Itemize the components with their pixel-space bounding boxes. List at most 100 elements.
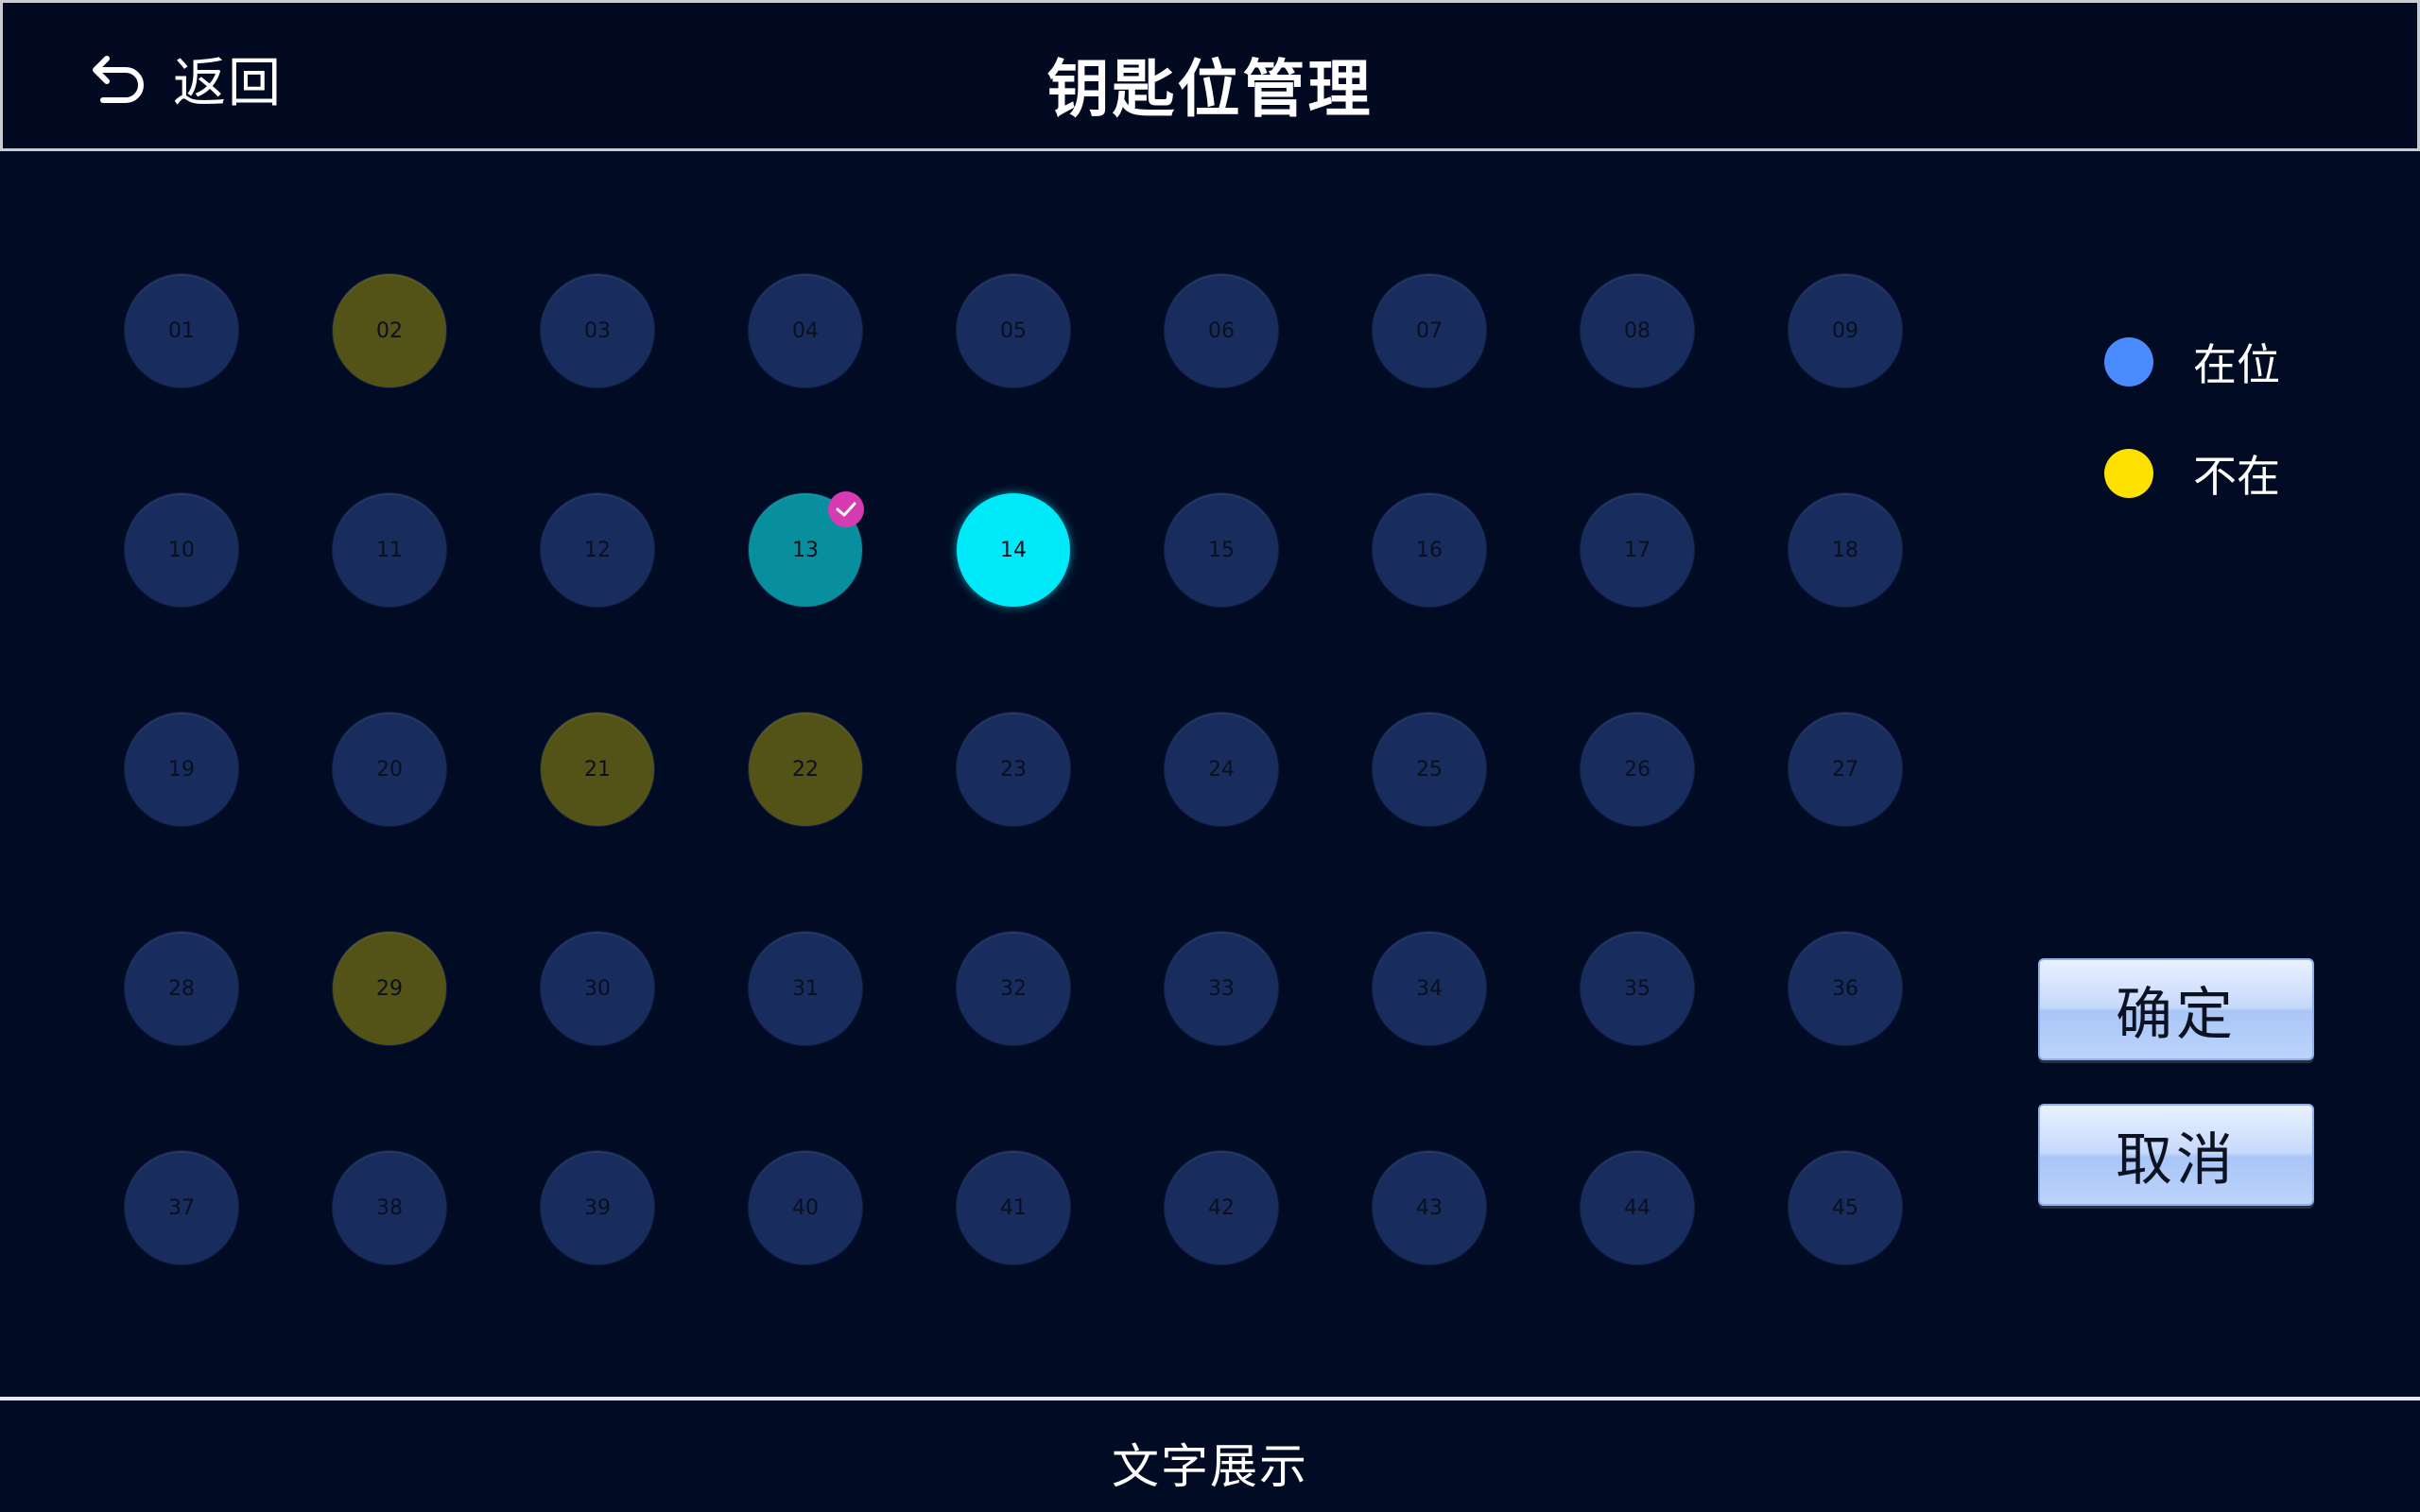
key-slot-07[interactable]: 07 [1373,274,1486,387]
absent-dot-icon [2104,449,2153,498]
key-slot-16[interactable]: 16 [1373,493,1486,607]
key-slot-21[interactable]: 21 [541,713,654,826]
key-slot-label: 02 [376,318,403,343]
key-slot-09[interactable]: 09 [1789,274,1902,387]
key-slot-12[interactable]: 12 [541,493,654,607]
key-slot-29[interactable]: 29 [333,932,446,1045]
key-slot-label: 41 [1000,1195,1027,1220]
key-slot-label: 28 [168,976,195,1001]
key-slot-label: 43 [1416,1195,1443,1220]
key-slot-label: 06 [1208,318,1235,343]
key-slot-label: 26 [1624,757,1651,782]
key-slot-36[interactable]: 36 [1789,932,1902,1045]
key-slot-label: 27 [1832,757,1858,782]
key-slot-04[interactable]: 04 [749,274,862,387]
legend-item-present: 在位 [2104,331,2280,393]
key-slot-14[interactable]: 14 [957,493,1070,607]
key-slot-label: 45 [1832,1195,1858,1220]
cancel-button[interactable]: 取消 [2038,1104,2314,1206]
key-slot-45[interactable]: 45 [1789,1151,1902,1264]
key-slot-34[interactable]: 34 [1373,932,1486,1045]
key-slot-19[interactable]: 19 [125,713,238,826]
key-slot-label: 13 [792,538,819,562]
key-slot-40[interactable]: 40 [749,1151,862,1264]
confirm-button[interactable]: 确定 [2038,958,2314,1060]
key-slot-25[interactable]: 25 [1373,713,1486,826]
key-slot-grid: 01 02 03 04 05 06 07 08 09 10 11 12 13 14 15 16 17 18 19 20… [0,0,1985,1370]
key-slot-label: 01 [168,318,195,343]
key-slot-26[interactable]: 26 [1581,713,1694,826]
key-slot-22[interactable]: 22 [749,713,862,826]
key-slot-24[interactable]: 24 [1165,713,1278,826]
key-slot-31[interactable]: 31 [749,932,862,1045]
footer-text: 文字展示 [1112,1439,1308,1494]
key-slot-37[interactable]: 37 [125,1151,238,1264]
key-slot-label: 20 [376,757,403,782]
key-slot-label: 25 [1416,757,1443,782]
key-slot-30[interactable]: 30 [541,932,654,1045]
key-slot-13[interactable]: 13 [749,491,864,607]
key-slot-label: 19 [168,757,195,782]
key-slot-38[interactable]: 38 [333,1151,446,1264]
key-slot-label: 04 [792,318,819,343]
key-slot-label: 03 [584,318,611,343]
key-slot-35[interactable]: 35 [1581,932,1694,1045]
key-slot-label: 11 [376,538,403,562]
key-slot-label: 22 [792,757,819,782]
key-slot-08[interactable]: 08 [1581,274,1694,387]
key-slot-11[interactable]: 11 [333,493,446,607]
check-icon [828,491,864,527]
key-slot-label: 30 [584,976,611,1001]
key-slot-label: 31 [792,976,819,1001]
key-slot-42[interactable]: 42 [1165,1151,1278,1264]
key-slot-15[interactable]: 15 [1165,493,1278,607]
key-slot-label: 38 [376,1195,403,1220]
key-slot-label: 23 [1000,757,1027,782]
key-slot-label: 16 [1416,538,1443,562]
key-slot-27[interactable]: 27 [1789,713,1902,826]
key-slot-28[interactable]: 28 [125,932,238,1045]
key-slot-label: 12 [584,538,611,562]
key-slot-23[interactable]: 23 [957,713,1070,826]
key-slot-label: 18 [1832,538,1858,562]
key-slot-label: 08 [1624,318,1651,343]
key-slot-label: 10 [168,538,195,562]
key-slot-33[interactable]: 33 [1165,932,1278,1045]
key-slot-label: 14 [1000,538,1027,562]
key-slot-18[interactable]: 18 [1789,493,1902,607]
legend-item-absent: 不在 [2104,442,2280,505]
key-slot-label: 17 [1624,538,1651,562]
key-slot-44[interactable]: 44 [1581,1151,1694,1264]
key-slot-03[interactable]: 03 [541,274,654,387]
key-slot-32[interactable]: 32 [957,932,1070,1045]
key-slot-label: 44 [1624,1195,1651,1220]
key-slot-05[interactable]: 05 [957,274,1070,387]
key-slot-02[interactable]: 02 [333,274,446,387]
key-slot-06[interactable]: 06 [1165,274,1278,387]
key-slot-label: 09 [1832,318,1858,343]
key-slot-label: 24 [1208,757,1235,782]
key-slot-41[interactable]: 41 [957,1151,1070,1264]
present-dot-icon [2104,337,2153,387]
key-slot-17[interactable]: 17 [1581,493,1694,607]
key-slot-label: 40 [792,1195,819,1220]
key-slot-01[interactable]: 01 [125,274,238,387]
key-slot-label: 29 [376,976,403,1001]
key-slot-label: 42 [1208,1195,1235,1220]
key-slot-10[interactable]: 10 [125,493,238,607]
footer-divider [0,1397,2420,1400]
key-slot-label: 37 [168,1195,195,1220]
key-slot-43[interactable]: 43 [1373,1151,1486,1264]
key-slot-label: 21 [584,757,611,782]
key-slot-39[interactable]: 39 [541,1151,654,1264]
key-slot-label: 05 [1000,318,1027,343]
key-slot-label: 33 [1208,976,1235,1001]
key-slot-label: 15 [1208,538,1235,562]
key-slot-label: 36 [1832,976,1858,1001]
key-slot-label: 35 [1624,976,1651,1001]
legend-label-absent: 不在 [2193,451,2280,502]
key-slot-20[interactable]: 20 [333,713,446,826]
key-slot-label: 34 [1416,976,1443,1001]
legend-label-present: 在位 [2193,339,2280,390]
key-slot-label: 39 [584,1195,611,1220]
